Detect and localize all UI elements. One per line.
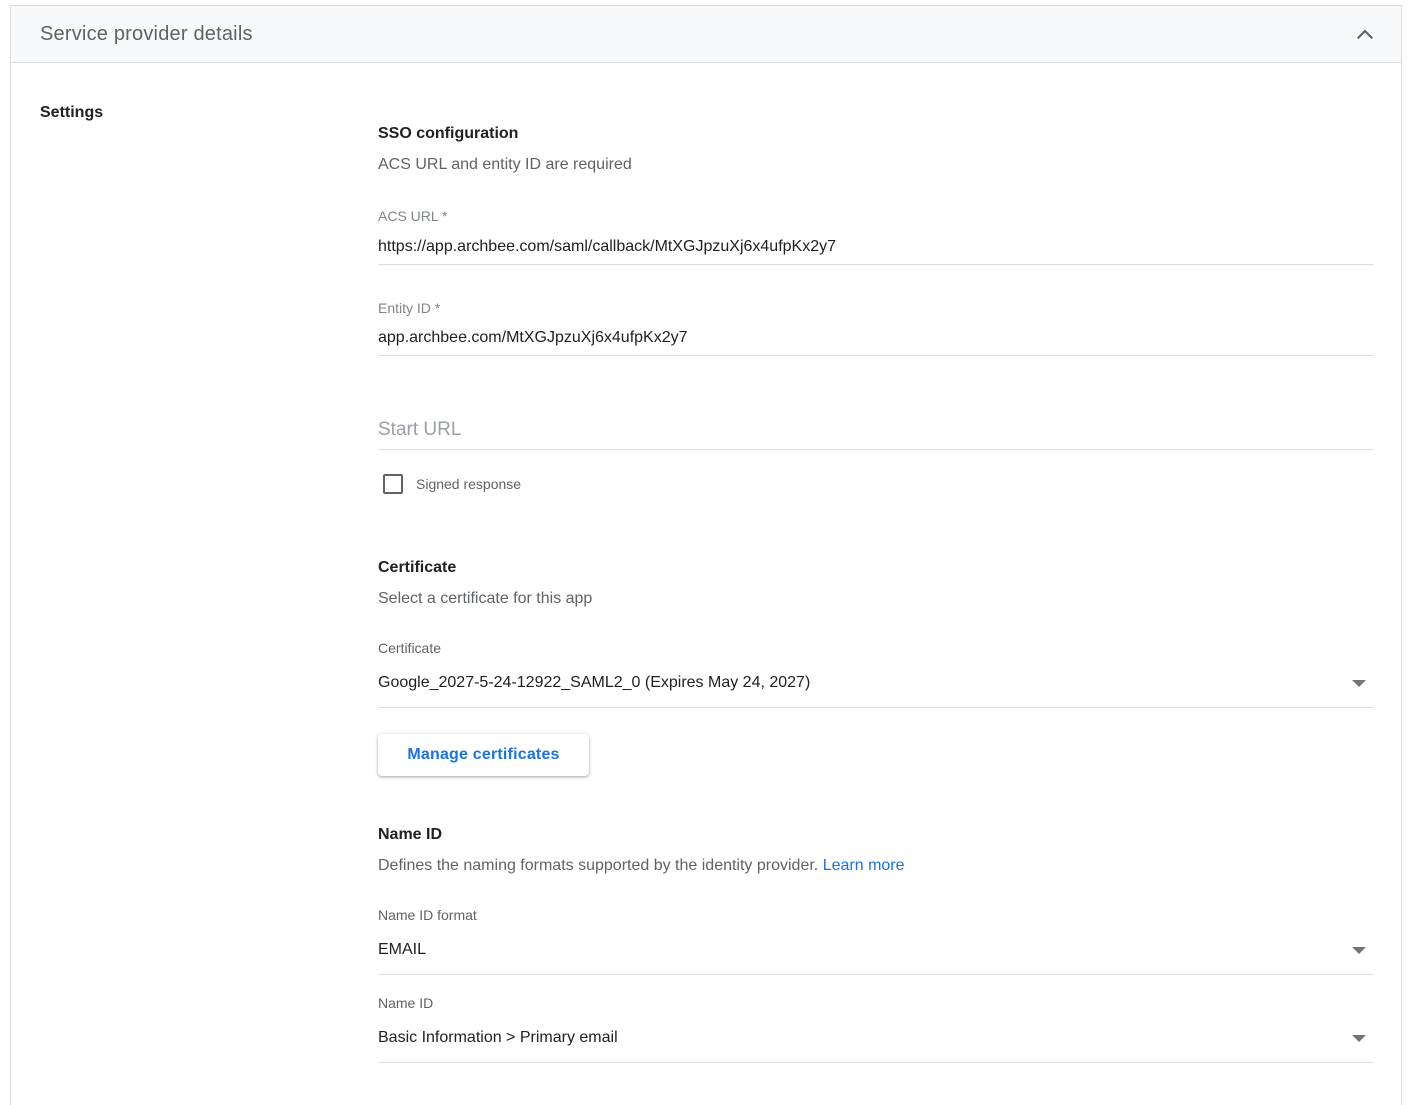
chevron-up-icon (1357, 29, 1373, 39)
panel-header[interactable]: Service provider details (11, 6, 1401, 63)
name-id-title: Name ID (378, 826, 443, 843)
name-id-format-label: Name ID format (378, 907, 477, 923)
settings-label: Settings (40, 104, 104, 121)
name-id-format-select[interactable]: EMAIL (378, 935, 1374, 975)
name-id-subtitle: Defines the naming formats supported by … (378, 857, 905, 875)
sso-configuration-title: SSO configuration (378, 125, 519, 142)
name-id-format-value: EMAIL (378, 941, 427, 958)
dropdown-arrow-icon (1352, 1035, 1366, 1042)
name-id-value: Basic Information > Primary email (378, 1029, 618, 1046)
collapse-button[interactable] (1351, 20, 1379, 48)
signed-response-label: Signed response (416, 476, 522, 492)
sso-configuration-subtitle: ACS URL and entity ID are required (378, 156, 632, 173)
dropdown-arrow-icon (1352, 680, 1366, 687)
entity-id-label: Entity ID * (378, 300, 441, 316)
manage-certificates-button[interactable]: Manage certificates (378, 734, 589, 776)
panel-title: Service provider details (40, 23, 253, 45)
certificate-selected-value: Google_2027-5-24-12922_SAML2_0 (Expires … (378, 674, 811, 691)
acs-url-label: ACS URL * (378, 208, 448, 224)
name-id-select[interactable]: Basic Information > Primary email (378, 1023, 1374, 1063)
learn-more-link[interactable]: Learn more (823, 857, 905, 874)
entity-id-input[interactable] (378, 329, 1374, 356)
certificate-subtitle: Select a certificate for this app (378, 590, 593, 607)
service-provider-panel: Service provider details Settings SSO co… (10, 5, 1402, 1105)
name-id-field-label: Name ID (378, 995, 434, 1011)
certificate-select[interactable]: Google_2027-5-24-12922_SAML2_0 (Expires … (378, 668, 1374, 708)
signed-response-checkbox-row[interactable]: Signed response (383, 474, 521, 494)
signed-response-checkbox[interactable] (383, 474, 403, 494)
name-id-description: Defines the naming formats supported by … (378, 857, 819, 874)
certificate-select-label: Certificate (378, 640, 442, 656)
certificate-title: Certificate (378, 559, 457, 576)
acs-url-input[interactable] (378, 238, 1374, 265)
dropdown-arrow-icon (1352, 947, 1366, 954)
start-url-input[interactable] (378, 419, 1374, 450)
